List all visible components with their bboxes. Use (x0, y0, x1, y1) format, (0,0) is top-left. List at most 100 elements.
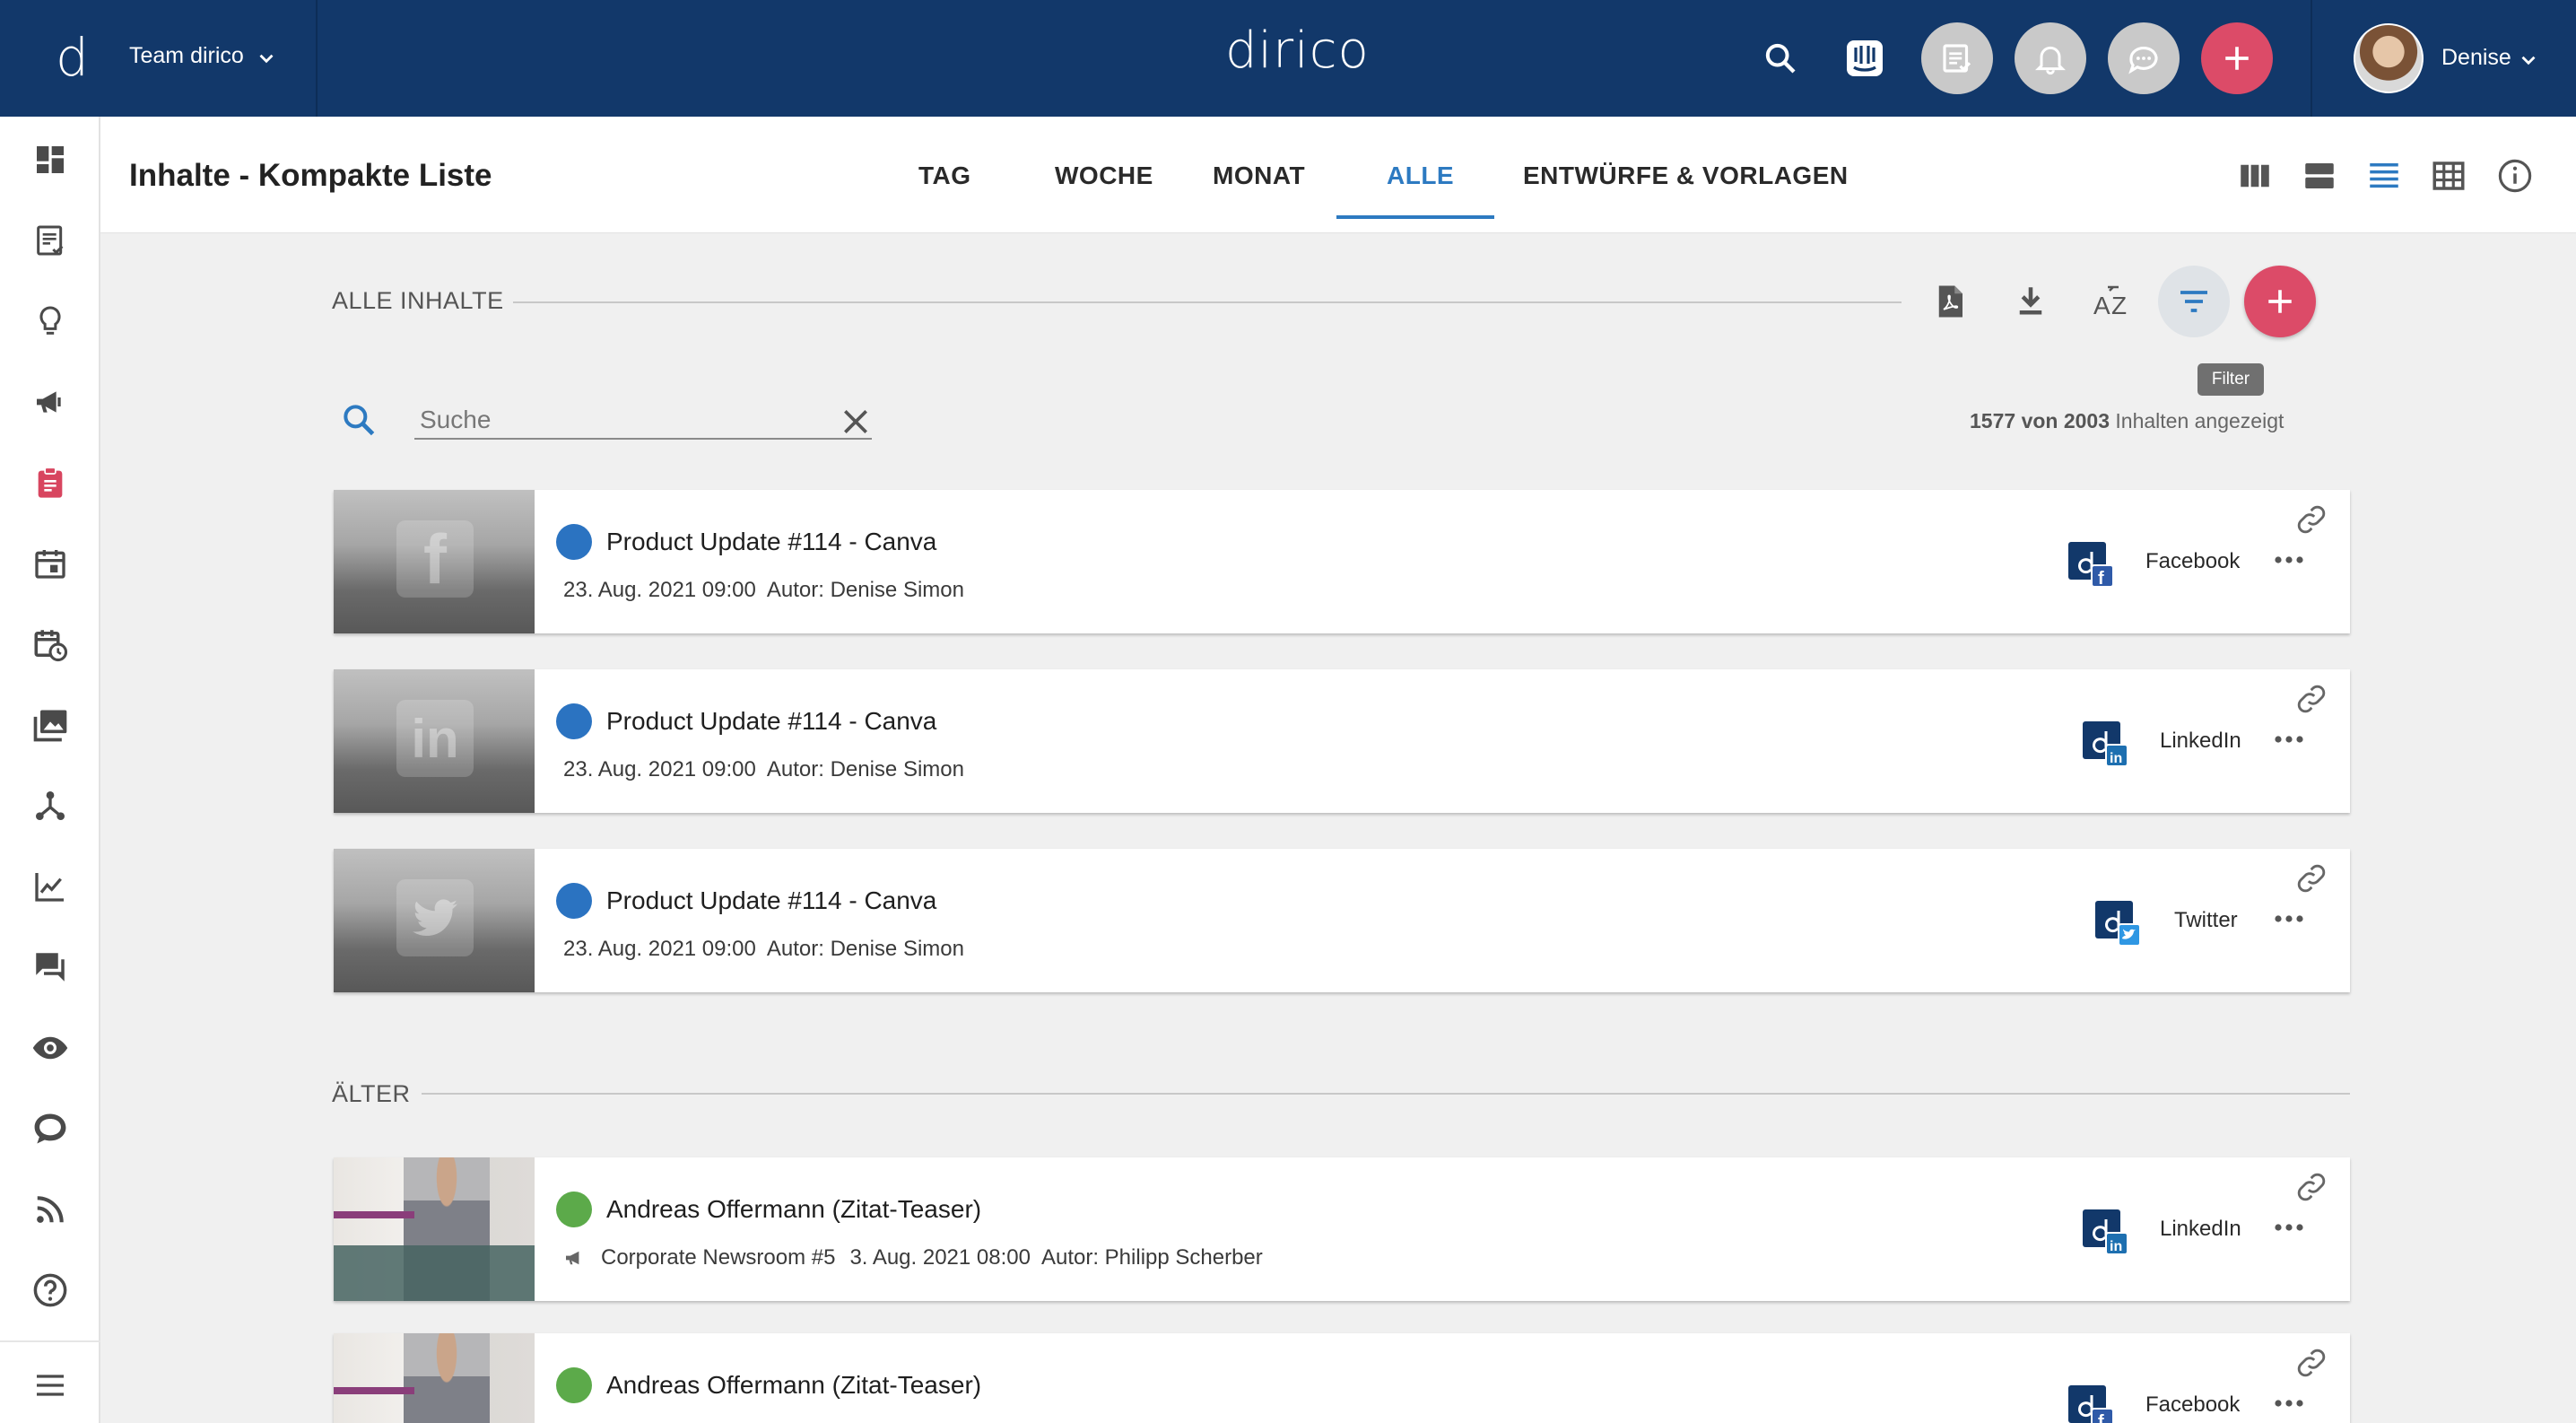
link-icon[interactable] (2294, 1346, 2328, 1380)
sidebar-item-calendar[interactable] (27, 540, 74, 587)
tab-tag[interactable]: TAG (918, 162, 971, 190)
media-library-icon (33, 710, 67, 742)
sort-az-icon: AZ (2093, 285, 2127, 319)
section-label-all: ALLE INHALTE (332, 287, 504, 314)
link-icon[interactable] (2294, 502, 2328, 537)
post-thumbnail: in (334, 669, 535, 813)
more-options-icon[interactable] (2273, 1392, 2305, 1414)
view-table-button[interactable] (2429, 156, 2468, 196)
section-divider (422, 1093, 2350, 1095)
chevron-down-icon (259, 54, 274, 64)
dirico-logo-icon: d (56, 27, 89, 88)
count-separator: von (2021, 409, 2058, 432)
notifications-button[interactable] (2015, 22, 2086, 94)
chevron-down-icon[interactable] (2517, 48, 2540, 72)
more-options-icon[interactable] (2273, 1217, 2305, 1238)
view-table-icon (2432, 162, 2465, 190)
content-meta: 23. Aug. 2021 09:00 Autor: Denise Simon (563, 578, 964, 603)
user-name[interactable]: Denise (2441, 45, 2511, 71)
search-icon (339, 400, 379, 440)
link-icon[interactable] (2294, 861, 2328, 895)
view-compact-list-button[interactable] (2364, 156, 2404, 196)
content-title[interactable]: Andreas Offermann (Zitat-Teaser) (606, 1195, 981, 1224)
content-title[interactable]: Andreas Offermann (Zitat-Teaser) (606, 1371, 981, 1400)
more-options-icon[interactable] (2273, 729, 2305, 750)
sidebar-item-network[interactable] (27, 782, 74, 829)
content-card[interactable]: Product Update #114 - Canva 23. Aug. 202… (334, 849, 2350, 992)
sidebar-item-chat[interactable] (27, 1105, 74, 1152)
view-columns-button[interactable] (2235, 156, 2275, 196)
team-switcher[interactable]: d Team dirico (0, 0, 318, 117)
more-options-icon[interactable] (2273, 549, 2305, 571)
content-card[interactable]: Andreas Offermann (Zitat-Teaser) Corpora… (334, 1157, 2350, 1301)
campaign-name[interactable]: Corporate Newsroom #5 (601, 1245, 835, 1270)
content-title[interactable]: Product Update #114 - Canva (606, 528, 936, 556)
view-agenda-button[interactable] (2300, 156, 2339, 196)
add-content-button[interactable] (2244, 266, 2316, 337)
sidebar-item-dashboard[interactable] (27, 136, 74, 183)
twitter-logo-icon (396, 879, 474, 956)
content-author: Autor: Denise Simon (766, 757, 964, 781)
view-agenda-icon (2305, 163, 2334, 188)
person-photo (404, 1333, 490, 1423)
channel-name: Twitter (2174, 908, 2238, 932)
tab-entwuerfe-vorlagen[interactable]: ENTWÜRFE & VORLAGEN (1523, 162, 1849, 190)
content-card[interactable]: in Product Update #114 - Canva 23. Aug. … (334, 669, 2350, 813)
download-button[interactable] (2004, 275, 2058, 328)
content-title[interactable]: Product Update #114 - Canva (606, 886, 936, 915)
more-options-icon[interactable] (2273, 908, 2305, 930)
export-pdf-button[interactable] (1923, 275, 1977, 328)
schedule-calendar-icon (34, 630, 68, 662)
content-meta: 23. Aug. 2021 09:00 Autor: Denise Simon (563, 937, 964, 962)
facebook-channel-icon: f (2068, 1385, 2114, 1423)
tab-woche[interactable]: WOCHE (1055, 162, 1153, 190)
facebook-channel-icon: f (2068, 542, 2114, 589)
tasks-button[interactable] (1921, 22, 1993, 94)
sidebar-item-analytics[interactable] (27, 863, 74, 910)
page-title: Inhalte - Kompakte Liste (129, 158, 492, 193)
link-icon[interactable] (2294, 1170, 2328, 1204)
svg-text:in: in (2110, 1239, 2122, 1254)
quote-accent-bar (334, 1387, 414, 1394)
tab-alle[interactable]: ALLE (1387, 162, 1454, 190)
link-icon[interactable] (2294, 682, 2328, 716)
post-thumbnail (334, 1333, 535, 1423)
comments-icon (36, 953, 65, 982)
sidebar-item-monitoring[interactable] (27, 1025, 74, 1071)
search-icon[interactable] (1760, 38, 1801, 79)
team-name: Team dirico (129, 43, 244, 68)
content-meta: 23. Aug. 2021 09:00 Autor: Denise Simon (563, 757, 964, 782)
status-indicator (556, 883, 592, 919)
messages-button[interactable] (2108, 22, 2180, 94)
filter-tooltip: Filter (2197, 363, 2264, 396)
sidebar-item-schedule[interactable] (27, 621, 74, 668)
download-icon (2019, 287, 2042, 315)
sidebar-item-ideas[interactable] (27, 298, 74, 345)
clear-search-icon[interactable] (838, 404, 874, 440)
sidebar-item-media[interactable] (27, 702, 74, 748)
sidebar-item-comments[interactable] (27, 944, 74, 991)
sidebar-item-content[interactable] (27, 217, 74, 264)
active-tab-indicator (1336, 215, 1494, 219)
sidebar-item-briefings[interactable] (27, 459, 74, 506)
quote-overlay (334, 1245, 535, 1301)
avatar[interactable] (2354, 23, 2424, 93)
content-list-icon (37, 225, 64, 256)
filter-button[interactable] (2158, 266, 2230, 337)
content-card[interactable]: Andreas Offermann (Zitat-Teaser) f Faceb… (334, 1333, 2350, 1423)
tab-monat[interactable]: MONAT (1213, 162, 1305, 190)
sidebar-item-campaigns[interactable] (27, 379, 74, 425)
intercom-icon[interactable] (1842, 36, 1887, 81)
sort-az-button[interactable]: AZ (2086, 275, 2140, 328)
create-button[interactable] (2201, 22, 2273, 94)
content-title[interactable]: Product Update #114 - Canva (606, 707, 936, 736)
info-button[interactable] (2495, 156, 2535, 196)
content-date: 23. Aug. 2021 09:00 (563, 937, 756, 961)
dashboard-icon (37, 146, 64, 173)
monitoring-eye-icon (32, 1036, 68, 1060)
sidebar-item-help[interactable] (27, 1267, 74, 1314)
content-card[interactable]: f Product Update #114 - Canva 23. Aug. 2… (334, 490, 2350, 633)
sidebar-menu-toggle[interactable] (27, 1362, 74, 1409)
sidebar-item-feeds[interactable] (27, 1186, 74, 1233)
search-input[interactable] (414, 402, 872, 440)
